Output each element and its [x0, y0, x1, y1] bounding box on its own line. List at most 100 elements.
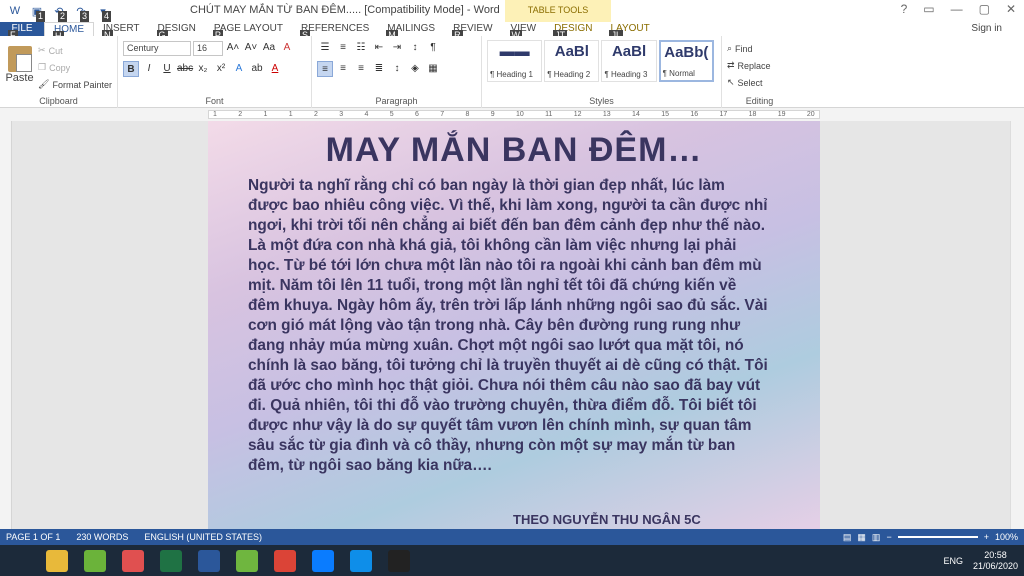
status-bar: PAGE 1 OF 1 230 WORDS ENGLISH (UNITED ST…	[0, 529, 1024, 545]
grow-font-icon[interactable]: A˄	[225, 40, 241, 56]
paste-icon	[7, 46, 32, 72]
ruler-scale[interactable]: 1 2 1 1 2 3 4 5 6 7 8 9 10 11 12 13 14 15 16 17 18 19 20	[208, 110, 820, 119]
shading-icon[interactable]: ◈	[407, 61, 423, 77]
clock[interactable]: 20:58 21/06/2020	[973, 550, 1018, 572]
word-icon[interactable]	[190, 545, 228, 576]
table-tools-label: TABLE TOOLS	[505, 0, 611, 22]
replace-button[interactable]: ⇄ Replace	[727, 57, 792, 74]
pilcrow-icon[interactable]: ¶	[425, 40, 441, 56]
line-spacing-icon[interactable]: ↕	[389, 61, 405, 77]
borders-icon[interactable]: ▦	[425, 61, 441, 77]
help-icon[interactable]: ?	[901, 2, 908, 16]
decrease-indent-icon[interactable]: ⇤	[371, 40, 387, 56]
tray-lang[interactable]: ENG	[943, 556, 963, 566]
copy-button[interactable]: ❐ Copy	[38, 59, 112, 76]
undo-icon[interactable]: ↶2	[50, 3, 68, 22]
ruler-tick: 12	[573, 111, 582, 118]
bluestacks-icon[interactable]	[76, 545, 114, 576]
superscript-button[interactable]: x²	[213, 61, 229, 77]
sort-icon[interactable]: ↕	[407, 40, 423, 56]
copy-label: Copy	[49, 62, 71, 73]
system-tray: ENG 20:58 21/06/2020	[943, 545, 1018, 576]
bold-button[interactable]: B	[123, 61, 139, 77]
maximize-icon[interactable]: ▢	[979, 2, 990, 16]
scissors-icon: ✂	[38, 45, 46, 55]
print-layout-icon[interactable]: ▦	[857, 532, 866, 543]
tab-table-layout[interactable]: LAYOUT JL	[601, 22, 658, 41]
style-heading-1[interactable]: ▬▬ ¶ Heading 1	[487, 40, 543, 82]
word-count[interactable]: 230 WORDS	[76, 532, 128, 542]
cut-label: Cut	[48, 45, 63, 56]
teamviewer-icon[interactable]	[342, 545, 380, 576]
style-heading-3[interactable]: AaBl ¶ Heading 3	[601, 40, 657, 82]
sign-in-link[interactable]: Sign in	[971, 23, 1002, 34]
replace-icon: ⇄	[727, 60, 735, 70]
style-heading-2[interactable]: AaBl ¶ Heading 2	[544, 40, 600, 82]
unknown-app-icon[interactable]	[114, 545, 152, 576]
italic-button[interactable]: I	[141, 61, 157, 77]
page-count[interactable]: PAGE 1 OF 1	[6, 532, 60, 542]
clear-format-icon[interactable]: A	[279, 40, 295, 56]
select-button[interactable]: ↖ Select	[727, 74, 792, 91]
underline-button[interactable]: U	[159, 61, 175, 77]
web-layout-icon[interactable]: ▥	[872, 532, 881, 543]
tab-home[interactable]: HOMEH	[44, 22, 94, 42]
zalo-icon[interactable]	[304, 545, 342, 576]
align-left-icon[interactable]: ≡	[317, 61, 333, 77]
styles-group: ▬▬ ¶ Heading 1 AaBl ¶ Heading 2 AaBl ¶ Head…	[482, 36, 722, 108]
tab-insert[interactable]: INSERT N	[94, 22, 149, 41]
document-page[interactable]: MAY MẮN BAN ĐÊM… Người ta nghĩ rằng chỉ …	[208, 121, 820, 529]
tab-view[interactable]: VIEW W	[502, 22, 546, 41]
increase-indent-icon[interactable]: ⇥	[389, 40, 405, 56]
file-explorer-icon[interactable]	[38, 545, 76, 576]
tab-page-layout[interactable]: PAGE LAYOUT P	[205, 22, 292, 41]
camera-icon[interactable]	[380, 545, 418, 576]
text-effects-icon[interactable]: A	[231, 61, 247, 77]
tab-mailings[interactable]: MAILINGS M	[378, 22, 444, 41]
strikethrough-button[interactable]: abc	[177, 61, 193, 77]
cut-button[interactable]: ✂ Cut	[38, 42, 112, 59]
font-size-combo[interactable]: 16	[193, 40, 223, 56]
language-indicator[interactable]: ENGLISH (UNITED STATES)	[144, 532, 262, 542]
zoom-out-icon[interactable]: −	[886, 532, 891, 542]
tab-review[interactable]: REVIEW R	[444, 22, 501, 41]
subscript-button[interactable]: x₂	[195, 61, 211, 77]
zoom-level[interactable]: 100%	[995, 532, 1018, 542]
numbering-icon[interactable]: ≡	[335, 40, 351, 56]
coccoc-icon[interactable]	[228, 545, 266, 576]
tab-file[interactable]: FILE F	[0, 22, 44, 41]
tab-table-design[interactable]: DESIGN JT	[545, 22, 601, 41]
close-icon[interactable]: ✕	[1006, 2, 1016, 16]
align-center-icon[interactable]: ≡	[335, 61, 351, 77]
font-name-combo[interactable]: Century Gothic	[123, 40, 191, 56]
tab-design[interactable]: DESIGN G	[149, 22, 205, 41]
ruler-tick: 1	[288, 111, 293, 118]
zoom-in-icon[interactable]: +	[984, 532, 989, 542]
format-painter-button[interactable]: 🖌 Format Painter	[38, 76, 112, 93]
save-icon[interactable]: ▣1	[28, 3, 46, 22]
redo-icon[interactable]: ↷3	[72, 3, 90, 22]
editing-group: ⌕ Find ⇄ Replace ↖ Select Editing	[722, 36, 797, 108]
highlight-icon[interactable]: ab	[249, 61, 265, 77]
find-button[interactable]: ⌕ Find	[727, 40, 792, 57]
word-icon[interactable]: W	[6, 3, 24, 19]
chrome-icon[interactable]	[266, 545, 304, 576]
change-case-icon[interactable]: Aa	[261, 40, 277, 56]
style-normal[interactable]: AaBb(¶ Normal	[658, 40, 714, 82]
zoom-slider[interactable]	[897, 536, 978, 538]
justify-icon[interactable]: ≣	[371, 61, 387, 77]
minimize-icon[interactable]: —	[951, 2, 963, 16]
multilevel-list-icon[interactable]: ☷	[353, 40, 369, 56]
tab-references[interactable]: REFERENCES S	[292, 22, 378, 41]
ribbon-display-icon[interactable]: ▭	[923, 2, 934, 16]
shrink-font-icon[interactable]: A˅	[243, 40, 259, 56]
bullets-icon[interactable]: ☰	[317, 40, 333, 56]
vertical-scrollbar[interactable]	[1010, 121, 1024, 529]
windows-start-icon[interactable]	[0, 545, 38, 576]
align-right-icon[interactable]: ≡	[353, 61, 369, 77]
customize-qat-icon[interactable]: ▾4	[94, 3, 112, 22]
font-color-icon[interactable]: A	[267, 61, 283, 77]
excel-icon[interactable]	[152, 545, 190, 576]
read-mode-icon[interactable]: ▤	[843, 532, 852, 543]
ruler-tick: 18	[748, 111, 757, 118]
